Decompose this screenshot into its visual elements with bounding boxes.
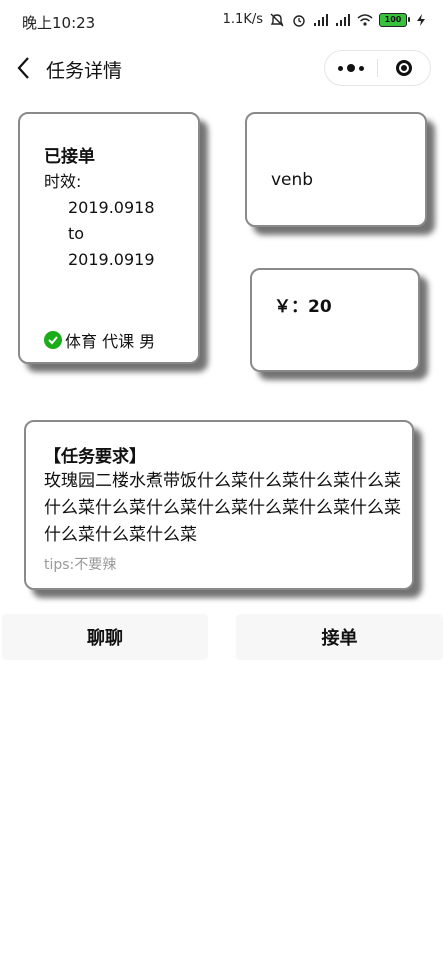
- publisher-card: venb: [245, 112, 427, 227]
- requirements-card: 【任务要求】 玫瑰园二楼水煮带饭什么菜什么菜什么菜什么菜什么菜什么菜什么菜什么菜…: [24, 420, 414, 590]
- requirements-tips: tips:不要辣: [44, 557, 117, 573]
- status-bar: 晚上10:23 1.1K/s 100: [0, 0, 443, 44]
- signal-4g-icon: [336, 13, 350, 26]
- check-icon: [44, 331, 62, 349]
- status-time: 晚上10:23: [22, 14, 96, 32]
- validity-label: 时效:: [44, 172, 82, 191]
- task-status-card: 已接单 时效: 2019.0918 to 2019.0919 体育 代课 男: [18, 112, 200, 364]
- tags-text: 体育 代课 男: [65, 332, 156, 351]
- charging-icon: [417, 13, 425, 26]
- back-arrow-icon[interactable]: [14, 54, 34, 82]
- more-dot-icon: [359, 65, 364, 71]
- more-button[interactable]: [325, 51, 377, 85]
- mute-icon: [270, 13, 284, 26]
- mini-program-capsule: [324, 50, 431, 86]
- close-mini-program-button[interactable]: [378, 51, 430, 85]
- accept-order-button[interactable]: 接单: [236, 614, 443, 660]
- task-status: 已接单: [44, 147, 95, 167]
- alarm-icon: [293, 14, 305, 27]
- price-card: ￥：20: [250, 268, 420, 372]
- task-tags: 体育 代课 男: [44, 328, 155, 352]
- price: ￥：20: [274, 297, 332, 317]
- more-dot-icon: [347, 64, 355, 72]
- date-to: to: [68, 224, 85, 243]
- date-start: 2019.0918: [68, 198, 155, 217]
- network-speed: 1.1K/s: [222, 12, 263, 27]
- more-dot-icon: [338, 65, 343, 71]
- target-icon: [396, 60, 412, 76]
- chat-button[interactable]: 聊聊: [2, 614, 208, 660]
- signal-icon: [314, 13, 328, 26]
- status-icons: 1.1K/s 100: [223, 12, 429, 27]
- wifi-icon: [357, 13, 373, 26]
- nav-header: 任务详情: [0, 44, 443, 92]
- username: venb: [271, 170, 314, 190]
- requirements-title: 【任务要求】: [44, 447, 146, 467]
- page-title: 任务详情: [46, 60, 123, 82]
- date-end: 2019.0919: [68, 250, 155, 269]
- battery-icon: 100: [379, 12, 410, 27]
- requirements-body: 玫瑰园二楼水煮带饭什么菜什么菜什么菜什么菜什么菜什么菜什么菜什么菜什么菜什么菜什…: [44, 471, 401, 545]
